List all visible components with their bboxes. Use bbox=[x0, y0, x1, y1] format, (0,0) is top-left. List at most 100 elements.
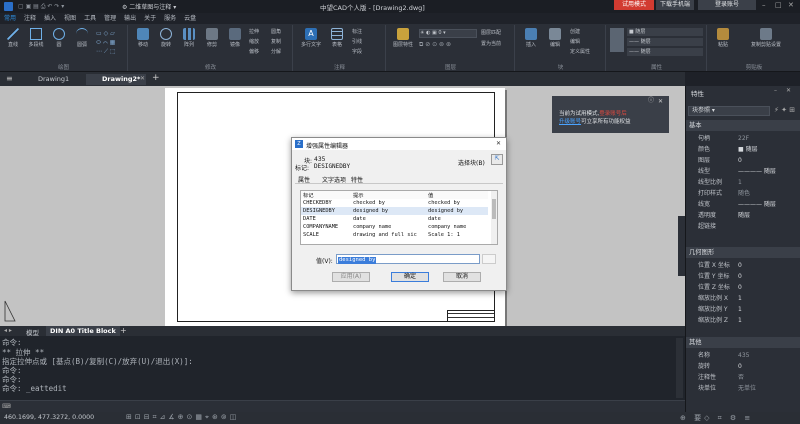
trial-mode-button[interactable]: 试用模式 bbox=[614, 0, 654, 10]
menu-insert[interactable]: 插入 bbox=[40, 13, 60, 24]
stretch-button[interactable]: 拉伸 bbox=[249, 28, 259, 35]
upgrade-link[interactable]: 升级账号 bbox=[559, 119, 581, 125]
paste-button[interactable]: 粘贴 bbox=[712, 28, 734, 48]
menu-home[interactable]: 常用 bbox=[0, 13, 20, 24]
leader-button[interactable]: 引线 bbox=[352, 38, 362, 45]
menu-service[interactable]: 服务 bbox=[160, 13, 180, 24]
edit-block-button[interactable]: 编辑 bbox=[544, 28, 566, 48]
tab-layout-din[interactable]: DIN A0 Title Block bbox=[46, 326, 120, 336]
move-button[interactable]: 移动 bbox=[132, 28, 154, 48]
explode-button[interactable]: 分解 bbox=[271, 48, 281, 55]
menu-about[interactable]: 关于 bbox=[140, 13, 160, 24]
workspace-selector[interactable]: ⚙ 二维草图与注释 ▾ bbox=[122, 2, 232, 11]
layout-nav-icons[interactable]: ◂ ▸ bbox=[4, 327, 12, 334]
drafting-toggles[interactable]: ⊞⊡⊟⌗⊿∡⊕⊙▦⌖⊛⊚◫ bbox=[126, 413, 239, 422]
table-button[interactable]: 表格 bbox=[326, 28, 348, 48]
close-icon[interactable]: ✕ bbox=[658, 98, 663, 106]
tab-text-options[interactable]: 文字选项 bbox=[322, 175, 346, 184]
side-palette-strip[interactable] bbox=[678, 216, 685, 276]
rotate-button[interactable]: 旋转 bbox=[155, 28, 177, 48]
tab-attribute[interactable]: 属性 bbox=[298, 175, 310, 184]
layer-tools[interactable]: ⧉ ⊘ ⊙ ⊚ ⊛ bbox=[419, 41, 477, 55]
copy-button[interactable]: 复制 bbox=[271, 38, 281, 45]
tab-drawing2[interactable]: Drawing2* bbox=[86, 74, 147, 85]
maximize-icon[interactable]: □ bbox=[775, 1, 782, 9]
download-mobile-button[interactable]: 下载手机端 bbox=[656, 0, 694, 10]
linetype-dropdown[interactable]: —— 随层 bbox=[627, 38, 703, 46]
command-window[interactable]: 命令: ** 拉伸 ** 指定拉伸点或 [基点(B)/复制(C)/放弃(U)/退… bbox=[0, 336, 685, 412]
select-block-button[interactable]: ⇱ bbox=[491, 154, 503, 165]
field-button[interactable]: 字段 bbox=[352, 48, 362, 55]
block-edit-button[interactable]: 编辑 bbox=[570, 38, 580, 45]
status-tools[interactable]: ⊕ 要◇ ⌗ ⚙ ≡ bbox=[680, 413, 753, 423]
draw-small-tools[interactable]: ▭ ◇ ▱ ⬭ ⌒ ▦ ⋯ ⟋ ⬚ bbox=[96, 29, 124, 57]
close-icon[interactable]: ✕ bbox=[788, 1, 794, 9]
prop-row-linetype-scale[interactable]: 线型比例 1 bbox=[686, 177, 800, 188]
login-link[interactable]: 登录账号后 bbox=[599, 111, 627, 117]
dimension-button[interactable]: 标注 bbox=[352, 28, 362, 35]
list-scrollbar[interactable] bbox=[491, 191, 497, 244]
prop-row-scale-x[interactable]: 缩放比例 X1 bbox=[686, 293, 800, 304]
section-geometry[interactable]: 几何图形 bbox=[686, 247, 800, 258]
prop-row-transparency[interactable]: 透明度 随层 bbox=[686, 210, 800, 221]
object-type-select[interactable]: 块参照 ▾ bbox=[688, 106, 770, 116]
command-input[interactable]: ⌨ bbox=[0, 400, 685, 412]
cancel-button[interactable]: 取消 bbox=[443, 272, 481, 282]
menu-manage[interactable]: 管理 bbox=[100, 13, 120, 24]
prop-row-color[interactable]: 颜色 ■ 随层 bbox=[686, 144, 800, 155]
trim-button[interactable]: 修剪 bbox=[201, 28, 223, 48]
tab-properties[interactable]: 特性 bbox=[351, 175, 363, 184]
close-tab-icon[interactable]: ✕ bbox=[140, 75, 145, 82]
prop-row-pos-z[interactable]: 位置 Z 坐标 0 bbox=[686, 282, 800, 293]
polyline-button[interactable]: 多段线 bbox=[25, 28, 47, 48]
fillet-button[interactable]: 圆角 bbox=[271, 28, 281, 35]
add-layout-icon[interactable]: + bbox=[120, 326, 127, 335]
minimize-icon[interactable]: – bbox=[774, 87, 777, 94]
copy-clip-button[interactable]: 复制剪贴设置 bbox=[736, 28, 796, 48]
table-row-selected[interactable]: DESIGNEDBY designed by designed by bbox=[301, 207, 488, 215]
tab-drawing1[interactable]: Drawing1 bbox=[22, 74, 75, 85]
menu-view[interactable]: 视图 bbox=[60, 13, 80, 24]
layer-dropdown[interactable]: ☀ ◐ ▣ 0 ▾ bbox=[419, 29, 477, 38]
value-input[interactable]: designed by bbox=[336, 254, 480, 264]
circle-button[interactable]: 圆 bbox=[48, 28, 70, 48]
scale-button[interactable]: 缩放 bbox=[249, 38, 259, 45]
table-row[interactable]: COMPANYNAME company name company name bbox=[301, 223, 488, 231]
define-attribute-button[interactable]: 定义属性 bbox=[570, 48, 590, 55]
layer-properties-button[interactable]: 图层特性 bbox=[390, 28, 416, 48]
line-button[interactable]: 直线 bbox=[2, 28, 24, 48]
section-basic[interactable]: 基本 bbox=[686, 120, 800, 131]
command-scrollbar[interactable] bbox=[676, 338, 683, 398]
menu-output[interactable]: 输出 bbox=[120, 13, 140, 24]
ok-button[interactable]: 确定 bbox=[391, 272, 429, 282]
menu-annotate[interactable]: 注释 bbox=[20, 13, 40, 24]
prop-row-scale-y[interactable]: 缩放比例 Y1 bbox=[686, 304, 800, 315]
create-block-button[interactable]: 创建 bbox=[570, 28, 580, 35]
array-button[interactable]: 阵列 bbox=[178, 28, 200, 48]
table-row[interactable]: CHECKEDBY checked by checked by bbox=[301, 199, 488, 207]
quick-access-toolbar[interactable]: ▢ ▣ ▤ ⎙ ↶ ↷ ▾ bbox=[18, 3, 118, 10]
minimize-icon[interactable]: – bbox=[762, 1, 766, 9]
prop-row-pos-y[interactable]: 位置 Y 坐标 0 bbox=[686, 271, 800, 282]
new-tab-icon[interactable]: + bbox=[152, 73, 160, 83]
mirror-button[interactable]: 镜像 bbox=[224, 28, 246, 48]
prop-row-scale-z[interactable]: 缩放比例 Z1 bbox=[686, 315, 800, 326]
table-row[interactable]: SCALE drawing and full sic Scale 1: 1 bbox=[301, 231, 488, 239]
insert-block-button[interactable]: 插入 bbox=[520, 28, 542, 48]
layer-match-button[interactable]: 图层匹配 bbox=[481, 29, 501, 36]
prop-row-hyperlink[interactable]: 超链接 bbox=[686, 221, 800, 232]
close-icon[interactable]: ✕ bbox=[496, 140, 501, 147]
prop-row-lineweight[interactable]: 线宽 ———— 随层 bbox=[686, 199, 800, 210]
lineweight-dropdown[interactable]: —— 随层 bbox=[627, 48, 703, 56]
table-row[interactable]: DATE date date bbox=[301, 215, 488, 223]
login-button[interactable]: 登录账号 bbox=[698, 0, 756, 10]
prop-row-linetype[interactable]: 线型 ———— 随层 bbox=[686, 166, 800, 177]
prop-row-layer[interactable]: 图层 0 bbox=[686, 155, 800, 166]
value-extra-button[interactable] bbox=[482, 254, 496, 264]
apply-button[interactable]: 应用(A) bbox=[332, 272, 370, 282]
menu-cloud[interactable]: 云盘 bbox=[180, 13, 200, 24]
color-dropdown[interactable]: ■ 随层 bbox=[627, 28, 703, 36]
section-misc[interactable]: 其他 bbox=[686, 337, 800, 348]
mtext-button[interactable]: A 多行文字 bbox=[298, 28, 324, 48]
prop-row-rotation[interactable]: 旋转 0 bbox=[686, 361, 800, 372]
